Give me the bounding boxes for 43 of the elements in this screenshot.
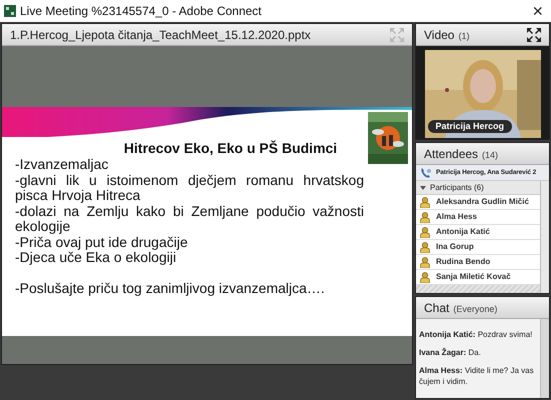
pod-title: Video [424,26,454,44]
person-icon [420,226,430,238]
participant-name: Alma Hess [436,211,477,223]
slide-text: -dolazi na Zemlju kako bi Zemljane podučio važnosti ekologije [15,204,364,234]
participant-row[interactable]: Rudina Bendo [416,255,540,270]
person-icon [420,242,430,252]
slide-text: -Priča ovaj put ide drugačije [15,234,189,250]
person-icon [420,212,430,222]
chat-message: Ivana Žagar: Da. [419,347,482,358]
group-title: Participants (6) [430,182,484,194]
chat-message: Alma Hess: Vidite li me? Ja vas čujem i vidim. [419,365,535,387]
participant-name: Rudina Bendo [436,256,490,268]
participant-row[interactable]: Ina Gorup [416,240,540,255]
participant-name: Sanja Miletić Kovač [436,271,511,283]
chat-message: Antonija Katić: Pozdrav svima! [419,329,534,340]
person-icon [420,256,430,268]
slide-text: -glavni lik u istoimenom dječjem romanu hrvatskog pisca Hrvoja Hitreca [15,172,364,204]
participant-name: Aleksandra Gudlin Mičić [436,196,529,208]
participant-name: Ina Gorup [436,241,474,253]
expand-icon[interactable] [527,28,541,42]
scrollbar[interactable] [540,319,549,398]
slide-text: -Poslušajte priču tog zanimljivog izvanzemaljca…. [15,280,326,296]
participant-row[interactable]: Alma Hess [416,210,540,225]
person-icon [420,272,430,282]
app-icon [4,5,16,17]
pod-title: Attendees [424,146,478,162]
pod-title: Chat [424,300,450,316]
participant-row[interactable]: Aleksandra Gudlin Mičić [416,195,540,210]
pod-title: 1.P.Hercog_Ljepota čitanja_TeachMeet_15.12.2020.pptx [10,26,311,44]
person-icon [420,196,430,208]
slide-heading: Hitrecov Eko, Eko u PŠ Budimci [122,140,338,156]
pod-count: (1) [458,30,470,43]
group-header[interactable]: Participants (6) [416,181,540,195]
participant-name: Antonija Katić [436,226,490,238]
window-title: Live Meeting %23145574_0 - Adobe Connect [20,3,263,20]
pod-count: (Everyone) [453,302,498,316]
slide-text: -Izvanzemaljac [15,157,110,172]
close-button[interactable]: × [528,2,547,20]
participant-row[interactable]: Antonija Katić [416,225,540,240]
pod-count: (14) [482,148,498,162]
phone-icon [420,166,432,178]
slide-text: -Djeca uče Eka o ekologiji [15,250,176,266]
scrollbar[interactable] [540,181,549,293]
